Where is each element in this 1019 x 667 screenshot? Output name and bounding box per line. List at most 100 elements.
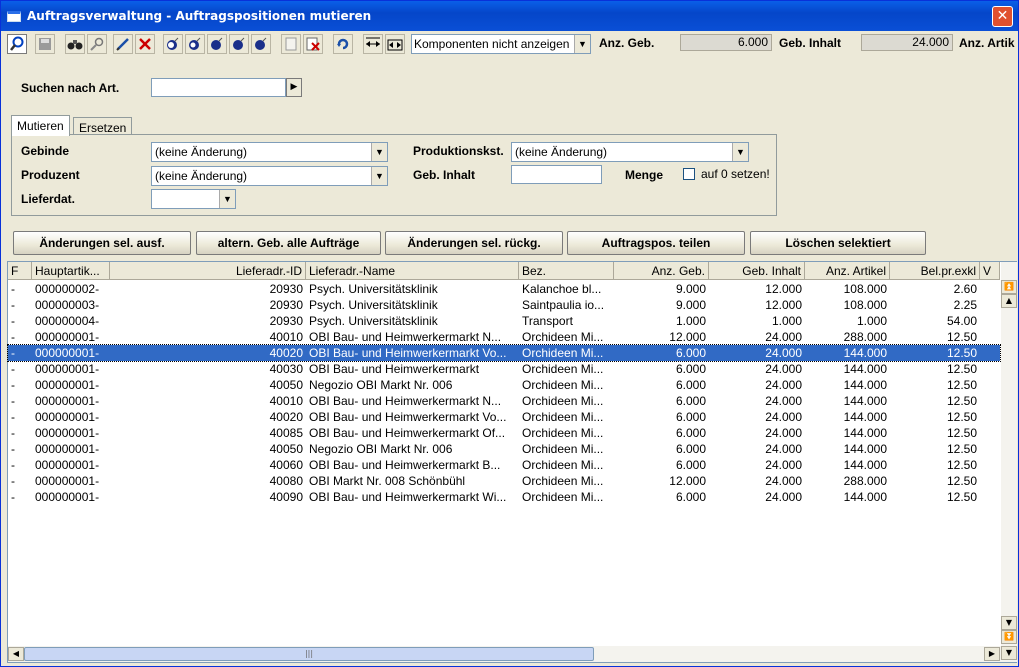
search-input[interactable] [151, 78, 286, 97]
cell-anz-geb: 9.000 [675, 282, 706, 296]
cell-anz-geb: 6.000 [675, 378, 706, 392]
table-row[interactable]: - 000000001- 40010 OBI Bau- und Heimwerkerm… [8, 329, 1000, 345]
table-row[interactable]: - 000000003- 20930 Psych. Universitätsklini… [8, 297, 1000, 313]
horizontal-scroll-thumb[interactable]: ||| [24, 647, 594, 661]
vertical-scrollbar[interactable]: ⏫ ▲ ▼ ⏬ ▼ [1001, 262, 1017, 662]
cell-anz-artikel: 288.000 [843, 474, 887, 488]
col-header-lieferadr-name[interactable]: Lieferadr.-Name [306, 262, 519, 280]
scroll-left-arrow-icon[interactable]: ◀ [8, 647, 24, 661]
delete-selected-button[interactable]: Löschen selektiert [750, 231, 926, 255]
cell-geb-inhalt: 12.000 [765, 282, 802, 296]
produktionskst-select[interactable]: (keine Änderung) ▼ [511, 142, 749, 162]
col-header-anz-artikel[interactable]: Anz. Artikel [805, 262, 890, 280]
col-header-bez[interactable]: Bez. [519, 262, 614, 280]
table-row[interactable]: - 000000001- 40010 OBI Bau- und Heimwerkerm… [8, 393, 1000, 409]
toolbar: Komponenten nicht anzeigen ▼ Anz. Geb. 6… [5, 32, 1018, 56]
apply-changes-button[interactable]: Änderungen sel. ausf. [13, 231, 191, 255]
col-header-f[interactable]: F [8, 262, 32, 280]
delete-x-icon[interactable] [135, 34, 155, 54]
gebinde-label: Gebinde [21, 144, 70, 158]
close-button[interactable]: ✕ [992, 6, 1013, 27]
produzent-select[interactable]: (keine Änderung) ▼ [151, 166, 388, 186]
col-header-anz-geb[interactable]: Anz. Geb. [614, 262, 709, 280]
cell-bel-pr-exkl: 12.50 [946, 362, 977, 376]
col-header-hauptartikel[interactable]: Hauptartik... [32, 262, 110, 280]
table-row[interactable]: - 000000001- 40090 OBI Bau- und Heimwerkerm… [8, 489, 1000, 505]
bomb-1-icon[interactable] [163, 34, 183, 54]
cell-lieferadr-name: OBI Bau- und Heimwerkermarkt Wi... [309, 490, 507, 504]
blank-doc-icon[interactable] [281, 34, 301, 54]
cell-bez: Orchideen Mi... [522, 458, 604, 472]
chevron-down-icon[interactable]: ▼ [732, 143, 748, 161]
cell-f: - [11, 378, 15, 392]
split-position-button[interactable]: Auftragspos. teilen [567, 231, 745, 255]
cell-anz-artikel: 108.000 [843, 298, 887, 312]
collapse-width-icon[interactable] [385, 34, 405, 54]
table-row[interactable]: - 000000001- 40050 Negozio OBI Markt Nr. 00… [8, 441, 1000, 457]
cell-lieferadr-id: 20930 [269, 282, 303, 296]
bomb-3-icon[interactable] [207, 34, 227, 54]
col-header-lieferadr-id[interactable]: Lieferadr.-ID [110, 262, 306, 280]
revert-changes-button[interactable]: Änderungen sel. rückg. [385, 231, 563, 255]
edit-pen-icon[interactable] [113, 34, 133, 54]
cell-hauptartikel: 000000001- [35, 330, 100, 344]
chevron-down-icon[interactable]: ▼ [371, 143, 387, 161]
search-go-button[interactable]: ▶ [286, 78, 302, 97]
cell-geb-inhalt: 24.000 [765, 426, 802, 440]
geb-inhalt-input[interactable] [511, 165, 602, 184]
search-icon[interactable] [7, 34, 27, 54]
scroll-bottom-icon[interactable]: ⏬ [1001, 630, 1017, 644]
scroll-page-up-icon[interactable]: ▲ [1001, 294, 1017, 308]
bomb-4-icon[interactable] [229, 34, 249, 54]
col-header-bel-pr-exkl[interactable]: Bel.pr.exkl [890, 262, 980, 280]
grid-body: - 000000002- 20930 Psych. Universitätsklini… [7, 281, 1001, 641]
gebinde-value: (keine Änderung) [155, 145, 248, 159]
altern-geb-button[interactable]: altern. Geb. alle Aufträge [196, 231, 381, 255]
bomb-2-icon[interactable] [185, 34, 205, 54]
table-row[interactable]: - 000000004- 20930 Psych. Universitätsklini… [8, 313, 1000, 329]
cell-bel-pr-exkl: 12.50 [946, 458, 977, 472]
component-display-select[interactable]: Komponenten nicht anzeigen ▼ [411, 34, 591, 54]
refresh-icon[interactable] [333, 34, 353, 54]
cell-bel-pr-exkl: 12.50 [946, 490, 977, 504]
col-header-v[interactable]: V [980, 262, 1000, 280]
scroll-down-arrow-icon[interactable]: ▼ [1001, 646, 1017, 660]
table-row[interactable]: - 000000002- 20930 Psych. Universitätsklini… [8, 281, 1000, 297]
cell-f: - [11, 314, 15, 328]
save-icon[interactable] [35, 34, 55, 54]
scroll-right-arrow-icon[interactable]: ▶ [984, 647, 1000, 661]
scroll-top-icon[interactable]: ⏫ [1001, 280, 1017, 294]
table-row[interactable]: - 000000001- 40030 OBI Bau- und Heimwerkerm… [8, 361, 1000, 377]
chevron-down-icon[interactable]: ▼ [574, 35, 590, 53]
expand-width-icon[interactable] [363, 34, 383, 54]
cell-anz-artikel: 1.000 [856, 314, 887, 328]
main-window: Auftragsverwaltung - Auftragspositionen … [0, 0, 1019, 667]
bomb-5-icon[interactable] [251, 34, 271, 54]
binoculars-icon[interactable] [65, 34, 85, 54]
tab-mutieren[interactable]: Mutieren [11, 115, 70, 136]
table-row[interactable]: - 000000001- 40050 Negozio OBI Markt Nr. 00… [8, 377, 1000, 393]
cell-hauptartikel: 000000002- [35, 282, 100, 296]
cell-bel-pr-exkl: 2.60 [953, 282, 977, 296]
horizontal-scrollbar[interactable]: ◀ ||| ▶ [8, 646, 1001, 662]
table-row[interactable]: - 000000001- 40085 OBI Bau- und Heimwerkerm… [8, 425, 1000, 441]
table-row[interactable]: - 000000001- 40060 OBI Bau- und Heimwerkerm… [8, 457, 1000, 473]
cell-bez: Orchideen Mi... [522, 346, 604, 360]
cell-hauptartikel: 000000003- [35, 298, 100, 312]
chevron-down-icon[interactable]: ▼ [219, 190, 235, 208]
scroll-page-down-icon[interactable]: ▼ [1001, 616, 1017, 630]
cell-f: - [11, 490, 15, 504]
auf0-checkbox[interactable] [683, 168, 695, 180]
lieferdat-picker[interactable]: ▼ [151, 189, 236, 209]
cell-anz-artikel: 144.000 [843, 362, 887, 376]
table-row[interactable]: - 000000001- 40020 OBI Bau- und Heimwerkerm… [8, 409, 1000, 425]
key-search-icon[interactable] [87, 34, 107, 54]
cell-lieferadr-name: Psych. Universitätsklinik [309, 298, 438, 312]
col-header-geb-inhalt[interactable]: Geb. Inhalt [709, 262, 805, 280]
table-row[interactable]: - 000000001- 40020 OBI Bau- und Heimwerkerm… [7, 344, 1001, 362]
doc-delete-icon[interactable] [303, 34, 323, 54]
table-row[interactable]: - 000000001- 40080 OBI Markt Nr. 008 Schönb… [8, 473, 1000, 489]
cell-bel-pr-exkl: 12.50 [946, 410, 977, 424]
gebinde-select[interactable]: (keine Änderung) ▼ [151, 142, 388, 162]
chevron-down-icon[interactable]: ▼ [371, 167, 387, 185]
